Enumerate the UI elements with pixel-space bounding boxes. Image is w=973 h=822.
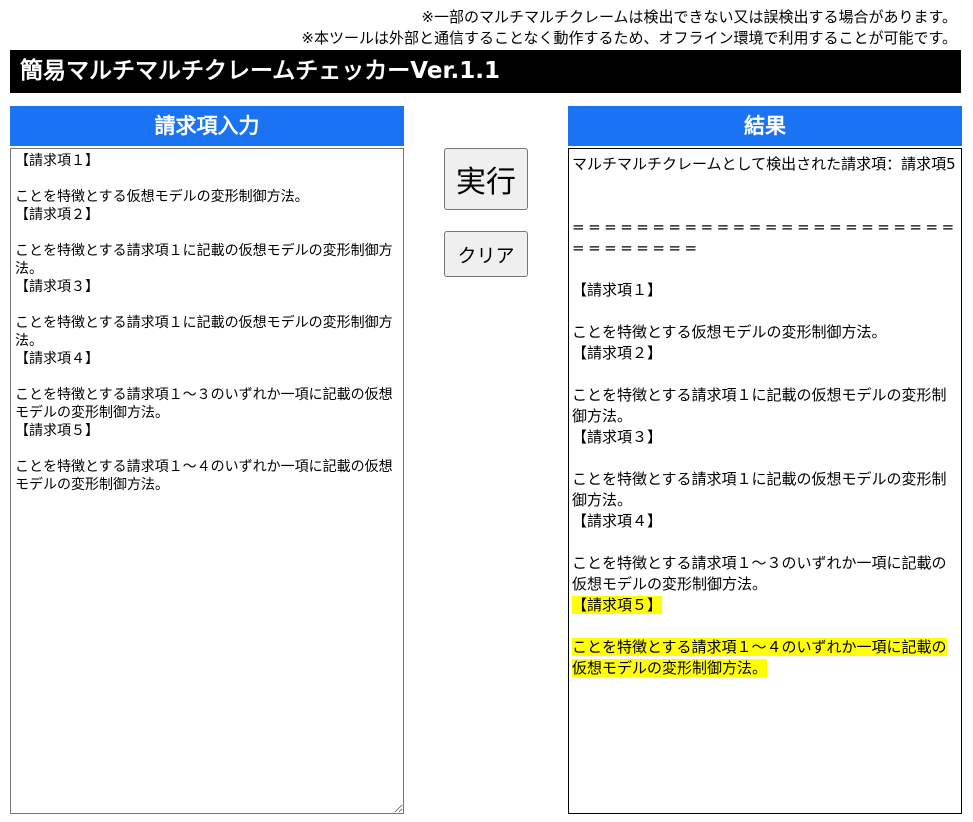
result-claims-list: 【請求項１】​ことを特徴とする仮想モデルの変形制御方法。【請求項２】​ことを特徴… (572, 280, 958, 679)
result-output: マルチマルチクレームとして検出された請求項：請求項5 ​ ​ =========… (568, 148, 962, 814)
claim-text: ことを特徴とする請求項１に記載の仮想モデルの変形制御方法。 (572, 470, 947, 509)
result-line: ことを特徴とする仮想モデルの変形制御方法。 (572, 322, 958, 343)
result-line: 【請求項５】 (572, 595, 958, 616)
result-line: 【請求項４】 (572, 511, 958, 532)
claim-text: 【請求項３】 (572, 428, 663, 446)
clear-button[interactable]: クリア (444, 231, 528, 277)
result-line: ​ (572, 301, 958, 322)
result-summary: マルチマルチクレームとして検出された請求項：請求項5 (572, 155, 956, 173)
claim-text: ことを特徴とする仮想モデルの変形制御方法。 (572, 323, 887, 341)
result-line: 【請求項３】 (572, 427, 958, 448)
result-line: ことを特徴とする請求項１に記載の仮想モデルの変形制御方法。 (572, 469, 958, 511)
claim-text: 【請求項１】 (572, 281, 663, 299)
result-line: ことを特徴とする請求項１に記載の仮想モデルの変形制御方法。 (572, 385, 958, 427)
result-separator: ================================ (572, 218, 958, 257)
result-line: ​ (572, 364, 958, 385)
claim-text: 【請求項２】 (572, 344, 663, 362)
result-spacer: ​ (572, 259, 958, 280)
claim-text: 【請求項４】 (572, 512, 663, 530)
result-line: ことを特徴とする請求項１～３のいずれか一項に記載の仮想モデルの変形制御方法。 (572, 553, 958, 595)
result-spacer: ​ (572, 175, 958, 196)
notice-line-detection: ※一部のマルチマルチクレームは検出できない又は誤検出する場合があります。 (421, 8, 957, 26)
claim-text: ことを特徴とする請求項１に記載の仮想モデルの変形制御方法。 (572, 386, 947, 425)
result-line: ​ (572, 616, 958, 637)
result-line: ことを特徴とする請求項１～４のいずれか一項に記載の仮想モデルの変形制御方法。 (572, 637, 958, 679)
highlighted-claim-text: ことを特徴とする請求項１～４のいずれか一項に記載の仮想モデルの変形制御方法。 (572, 638, 947, 677)
result-panel-heading: 結果 (568, 106, 962, 146)
claim-text: ことを特徴とする請求項１～３のいずれか一項に記載の仮想モデルの変形制御方法。 (572, 554, 947, 593)
result-line: ​ (572, 448, 958, 469)
highlighted-claim-text: 【請求項５】 (572, 596, 663, 614)
run-button[interactable]: 実行 (444, 148, 528, 210)
notice-area: ※一部のマルチマルチクレームは検出できない又は誤検出する場合があります。 ※本ツ… (301, 7, 957, 49)
result-line: ​ (572, 532, 958, 553)
result-line: 【請求項２】 (572, 343, 958, 364)
claims-input[interactable] (10, 148, 404, 814)
input-panel-heading: 請求項入力 (10, 106, 404, 146)
notice-line-offline: ※本ツールは外部と通信することなく動作するため、オフライン環境で利用することが可… (301, 29, 957, 47)
result-spacer: ​ (572, 196, 958, 217)
app-title: 簡易マルチマルチクレームチェッカーVer.1.1 (10, 50, 961, 93)
result-line: 【請求項１】 (572, 280, 958, 301)
